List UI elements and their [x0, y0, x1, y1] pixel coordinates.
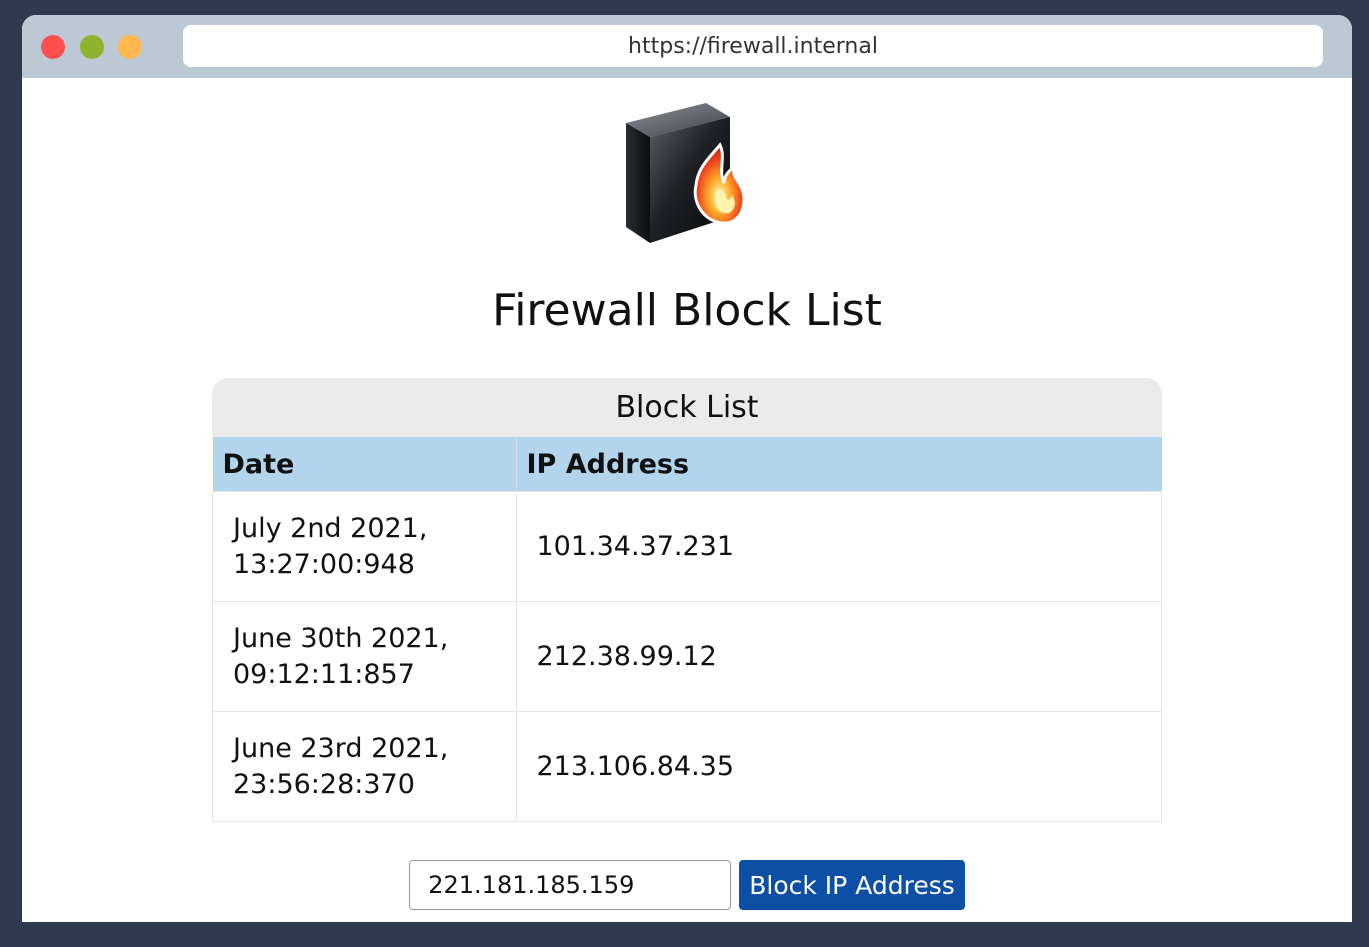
- block-ip-address-button[interactable]: Block IP Address: [739, 860, 965, 910]
- address-bar-url: https://firewall.internal: [628, 33, 878, 59]
- browser-titlebar: https://firewall.internal: [22, 15, 1352, 78]
- date-cell: July 2nd 2021, 13:27:00:948: [212, 491, 517, 602]
- column-header-date: Date: [212, 437, 517, 492]
- date-cell: June 23rd 2021, 23:56:28:370: [212, 711, 517, 822]
- ip-address-input[interactable]: [409, 860, 732, 910]
- minimize-window-button[interactable]: [118, 35, 142, 59]
- date-cell: June 30th 2021, 09:12:11:857: [212, 601, 517, 712]
- block-list-table: Date IP Address July 2nd 2021, 13:27:00:…: [212, 437, 1162, 822]
- block-list-card: Block List Date IP Address July 2nd 2021…: [212, 378, 1162, 822]
- block-list-heading: Block List: [212, 378, 1162, 437]
- table-header-row: Date IP Address: [212, 437, 1162, 492]
- block-ip-form: Block IP Address: [22, 860, 1352, 910]
- firewall-icon: [626, 103, 746, 243]
- ip-address-cell: 213.106.84.35: [515, 711, 1162, 822]
- close-window-button[interactable]: [41, 35, 65, 59]
- table-row: June 23rd 2021, 23:56:28:370 213.106.84.…: [212, 711, 1162, 822]
- page-title: Firewall Block List: [492, 285, 882, 336]
- table-row: June 30th 2021, 09:12:11:857 212.38.99.1…: [212, 601, 1162, 712]
- table-row: July 2nd 2021, 13:27:00:948 101.34.37.23…: [212, 491, 1162, 602]
- column-header-ip-address: IP Address: [516, 437, 1162, 492]
- address-bar[interactable]: https://firewall.internal: [183, 25, 1323, 67]
- browser-window: https://firewall.internal Firewall Block…: [22, 15, 1352, 922]
- ip-address-cell: 212.38.99.12: [515, 601, 1162, 712]
- maximize-window-button[interactable]: [80, 35, 104, 59]
- ip-address-cell: 101.34.37.231: [515, 491, 1162, 602]
